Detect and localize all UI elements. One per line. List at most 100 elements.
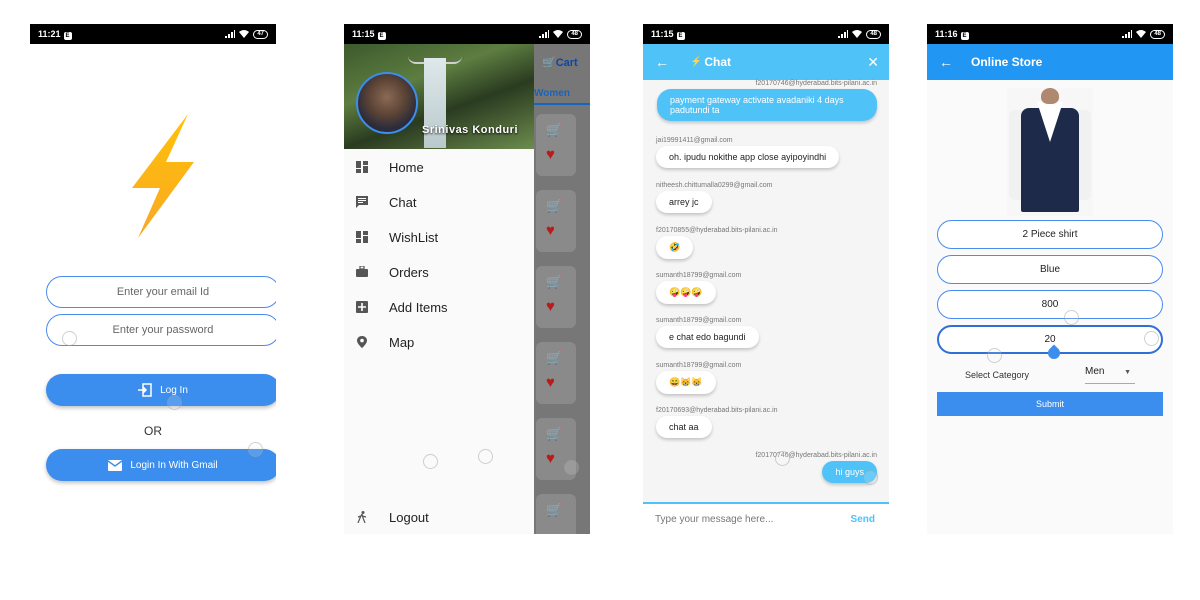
drawer-header: Srinivas Konduri [344,44,534,149]
battery-icon: 48 [1150,29,1165,39]
touch-indicator [248,442,263,457]
product-card[interactable]: 🛒 ♥ [536,114,576,176]
submit-button[interactable]: Submit [937,392,1163,416]
menu-item-add-items[interactable]: Add Items [344,292,534,322]
back-arrow-icon[interactable]: ← [655,54,669,70]
close-icon[interactable]: ✕ [867,54,879,71]
touch-indicator [1144,331,1159,346]
menu-label: Add Items [389,299,448,315]
field-value: Blue [1039,264,1060,275]
wifi-icon [852,30,863,38]
product-price-field[interactable]: 800 [937,290,1163,319]
or-separator: OR [144,424,162,438]
message-bubble: 😄😸😸 [656,371,716,394]
heart-icon[interactable]: ♥ [546,374,555,391]
message-sender: sumanth18799@gmail.com [656,362,742,369]
message-sender: nitheesh.chittumalla0299@gmail.com [656,182,773,189]
status-time: 11:16 [935,28,958,39]
menu-label: WishList [389,229,439,245]
message-bubble: 🤣 [656,236,694,259]
menu-item-wishlist[interactable]: WishList [344,222,534,252]
cart-link[interactable]: 🛒Cart [542,56,578,69]
menu-item-map[interactable]: Map [344,327,534,357]
touch-indicator [423,454,438,469]
battery-icon: 48 [567,29,582,39]
login-button[interactable]: Log In [46,374,276,406]
add-box-icon [356,301,368,313]
message-bubble: e chat edo bagundi [656,326,759,348]
product-card[interactable]: 🛒 ♥ [536,266,576,328]
message-sender: f20170746@hyderabad.bits-pilani.ac.in [755,452,877,459]
back-arrow-icon[interactable]: ← [939,54,953,70]
product-card[interactable]: 🛒 [536,494,576,534]
message-sender: f20170855@hyderabad.bits-pilani.ac.in [656,227,778,234]
tab-women[interactable]: Women [534,88,590,105]
message-bubble: arrey jc [656,191,712,213]
login-icon [138,383,152,397]
category-label: Select Category [965,370,1030,380]
cart-add-icon[interactable]: 🛒 [546,198,562,214]
touch-indicator [1064,310,1079,325]
notification-icon: E [63,31,72,40]
heart-icon[interactable]: ♥ [546,450,555,467]
notification-icon: E [960,31,969,40]
touch-indicator [775,451,790,466]
avatar[interactable] [356,72,418,134]
cart-add-icon[interactable]: 🛒 [546,274,562,290]
password-field[interactable]: Enter your password [46,314,276,346]
mail-icon [108,459,123,471]
touch-indicator [167,395,182,410]
status-time: 11:15 [352,28,375,39]
lightning-bolt-icon [132,114,194,238]
chat-screen: 11:15 E 48 ← Chat ✕ f20170746@hyderabad.b… [643,24,889,534]
send-button[interactable]: Send [851,514,875,525]
gmail-login-label: Login In With Gmail [130,459,218,471]
product-name-field[interactable]: 2 Piece shirt [937,220,1163,249]
product-image[interactable] [1007,88,1093,216]
message-bubble: oh. ipudu nokithe app close ayipoyindhi [656,146,840,168]
category-value: Men [1085,366,1105,377]
heart-icon[interactable]: ♥ [546,222,555,239]
nav-drawer: Srinivas Konduri Home Chat WishList Orde… [344,44,534,534]
menu-item-home[interactable]: Home [344,152,534,182]
cart-label: Cart [555,57,578,69]
cart-add-icon[interactable]: 🛒 [546,350,562,366]
message-input[interactable]: Type your message here... [655,514,773,525]
heart-icon[interactable]: ♥ [546,298,555,315]
message-sender: sumanth18799@gmail.com [656,272,742,279]
product-color-field[interactable]: Blue [937,255,1163,284]
touch-indicator [564,460,579,475]
lightning-bolt-icon [692,55,700,67]
message-sender: sumanth18799@gmail.com [656,317,742,324]
menu-item-orders[interactable]: Orders [344,257,534,287]
menu-item-chat[interactable]: Chat [344,187,534,217]
gmail-login-button[interactable]: Login In With Gmail [46,449,276,481]
menu-label: Orders [389,264,429,280]
background-content: 🛒Cart Women 🛒 ♥ 🛒 ♥ 🛒 ♥ 🛒 ♥ 🛒 ♥ 🛒 [534,44,590,534]
briefcase-icon [356,266,368,277]
menu-label: Home [389,159,424,175]
signal-icon [225,30,236,38]
wifi-icon [553,30,564,38]
category-dropdown[interactable]: Men ▼ [1085,366,1135,384]
message-sender: jai19991411@gmail.com [656,137,733,144]
store-app-bar: ← Online Store [927,44,1173,80]
menu-label: Logout [389,509,429,525]
cart-add-icon[interactable]: 🛒 [546,426,562,442]
message-bubble: chat aa [656,416,712,438]
menu-item-logout[interactable]: Logout [344,502,534,532]
email-field[interactable]: Enter your email Id [46,276,276,308]
message-sender: f20170746@hyderabad.bits-pilani.ac.in [755,80,877,87]
battery-icon: 47 [253,29,268,39]
heart-icon[interactable]: ♥ [546,146,555,163]
product-card[interactable]: 🛒 ♥ [536,190,576,252]
cart-add-icon[interactable]: 🛒 [546,502,562,518]
touch-indicator [987,348,1002,363]
dropdown-arrow-icon: ▼ [1124,369,1131,376]
product-card[interactable]: 🛒 ♥ [536,342,576,404]
submit-label: Submit [1035,399,1064,409]
cart-add-icon[interactable]: 🛒 [546,122,562,138]
drawer-screen: 11:15 E 48 🛒Cart Women 🛒 ♥ 🛒 ♥ 🛒 ♥ 🛒 ♥ 🛒 ♥ 🛒 S… [344,24,590,534]
menu-label: Map [389,334,415,350]
notification-icon: E [377,31,386,40]
